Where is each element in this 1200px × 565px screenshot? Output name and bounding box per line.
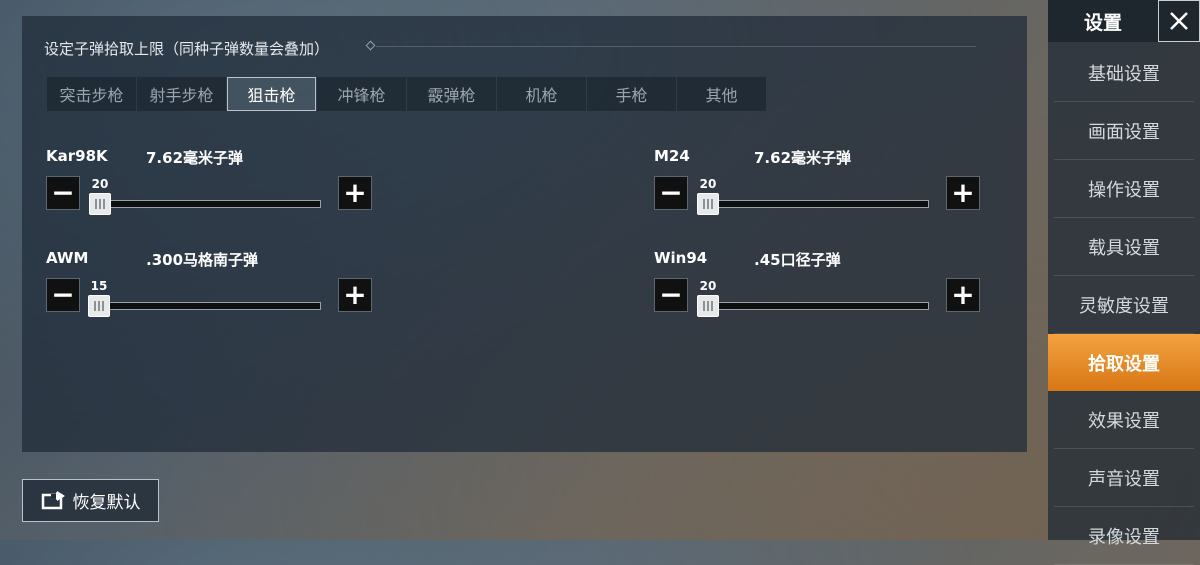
slider-thumb[interactable] — [697, 295, 719, 317]
increase-button[interactable]: + — [338, 176, 372, 210]
ammo-type: 7.62毫米子弹 — [754, 149, 852, 167]
sidebar-item-replay[interactable]: 录像设置 — [1054, 507, 1194, 565]
close-icon — [1170, 12, 1188, 30]
weapon-category-tabs: 突击步枪 射手步枪 狙击枪 冲锋枪 霰弹枪 机枪 手枪 其他 — [47, 77, 767, 111]
settings-menu: 基础设置 画面设置 操作设置 载具设置 灵敏度设置 拾取设置 效果设置 声音设置… — [1048, 44, 1200, 565]
gun-name: M24 — [654, 147, 690, 165]
decrease-button[interactable]: − — [46, 176, 80, 210]
pickup-limit-hint: 设定子弹拾取上限（同种子弹数量会叠加） — [44, 40, 330, 58]
ammo-limit-win94: Win94 .45口径子弹 − 20 + — [654, 249, 984, 329]
sidebar-item-controls[interactable]: 操作设置 — [1054, 160, 1194, 218]
settings-panel: 设定子弹拾取上限（同种子弹数量会叠加） 突击步枪 射手步枪 狙击枪 冲锋枪 霰弹… — [22, 16, 1027, 452]
divider — [376, 46, 976, 47]
decrease-button[interactable]: − — [46, 278, 80, 312]
slider-value: 20 — [699, 177, 717, 191]
slider-thumb[interactable] — [697, 193, 719, 215]
sidebar-item-sound[interactable]: 声音设置 — [1054, 449, 1194, 507]
limit-slider[interactable]: 15 — [88, 279, 321, 317]
gun-name: Kar98K — [46, 147, 108, 165]
tab-smg[interactable]: 冲锋枪 — [317, 77, 406, 111]
sidebar-title: 设置 — [1048, 0, 1158, 42]
ammo-limit-kar98k: Kar98K 7.62毫米子弹 − 20 + — [46, 147, 376, 227]
tab-shotgun[interactable]: 霰弹枪 — [407, 77, 496, 111]
sidebar-item-effects[interactable]: 效果设置 — [1054, 391, 1194, 449]
limit-slider[interactable]: 20 — [697, 177, 929, 215]
settings-sidebar: 设置 基础设置 画面设置 操作设置 载具设置 灵敏度设置 拾取设置 效果设置 声… — [1048, 0, 1200, 565]
tab-assault-rifle[interactable]: 突击步枪 — [47, 77, 136, 111]
tab-other[interactable]: 其他 — [677, 77, 766, 111]
ammo-limit-awm: AWM .300马格南子弹 − 15 + — [46, 249, 376, 329]
gun-name: AWM — [46, 249, 89, 267]
increase-button[interactable]: + — [338, 278, 372, 312]
slider-thumb[interactable] — [89, 193, 111, 215]
ammo-limit-m24: M24 7.62毫米子弹 − 20 + — [654, 147, 984, 227]
restore-defaults-button[interactable]: 恢复默认 — [22, 479, 159, 522]
sidebar-item-vehicle[interactable]: 载具设置 — [1054, 218, 1194, 276]
slider-value: 20 — [699, 279, 717, 293]
tab-pistol[interactable]: 手枪 — [587, 77, 676, 111]
increase-button[interactable]: + — [946, 278, 980, 312]
ammo-type: .45口径子弹 — [754, 251, 841, 269]
sidebar-item-graphics[interactable]: 画面设置 — [1054, 102, 1194, 160]
slider-value: 15 — [90, 279, 108, 293]
limit-slider[interactable]: 20 — [89, 177, 321, 215]
tab-machine-gun[interactable]: 机枪 — [497, 77, 586, 111]
decrease-button[interactable]: − — [654, 176, 688, 210]
decrease-button[interactable]: − — [654, 278, 688, 312]
sidebar-item-sensitivity[interactable]: 灵敏度设置 — [1054, 276, 1194, 334]
limit-slider[interactable]: 20 — [697, 279, 929, 317]
sidebar-item-pickup[interactable]: 拾取设置 — [1048, 334, 1200, 391]
restore-label: 恢复默认 — [72, 493, 141, 513]
increase-button[interactable]: + — [946, 176, 980, 210]
divider-dot-icon — [365, 40, 376, 51]
slider-thumb[interactable] — [88, 295, 110, 317]
restore-icon — [41, 490, 67, 511]
tab-sniper-rifle[interactable]: 狙击枪 — [227, 77, 316, 111]
sidebar-item-basic[interactable]: 基础设置 — [1054, 44, 1194, 102]
close-button[interactable] — [1158, 0, 1200, 42]
slider-value: 20 — [91, 177, 109, 191]
tab-marksman-rifle[interactable]: 射手步枪 — [137, 77, 226, 111]
ammo-type: 7.62毫米子弹 — [146, 149, 244, 167]
ammo-type: .300马格南子弹 — [146, 251, 259, 269]
gun-name: Win94 — [654, 249, 708, 267]
